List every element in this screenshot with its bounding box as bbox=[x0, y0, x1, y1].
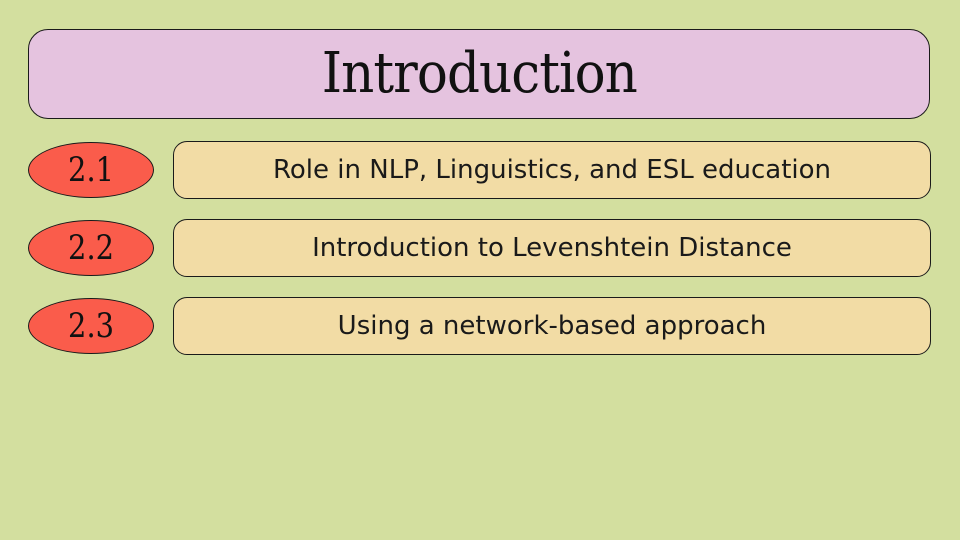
slide-title: Introduction bbox=[321, 41, 637, 106]
agenda-item-box: Using a network-based approach bbox=[173, 297, 931, 355]
section-number-badge: 2.1 bbox=[28, 142, 154, 198]
section-number: 2.3 bbox=[68, 306, 114, 346]
agenda-item-2-1: 2.1 Role in NLP, Linguistics, and ESL ed… bbox=[0, 141, 960, 199]
agenda-item-2-2: 2.2 Introduction to Levenshtein Distance bbox=[0, 219, 960, 277]
agenda-item-label: Introduction to Levenshtein Distance bbox=[312, 233, 792, 263]
agenda-item-label: Role in NLP, Linguistics, and ESL educat… bbox=[273, 155, 831, 185]
agenda-item-box: Introduction to Levenshtein Distance bbox=[173, 219, 931, 277]
section-number: 2.2 bbox=[68, 228, 114, 268]
agenda-item-box: Role in NLP, Linguistics, and ESL educat… bbox=[173, 141, 931, 199]
section-number-badge: 2.3 bbox=[28, 298, 154, 354]
title-banner: Introduction bbox=[28, 29, 930, 119]
agenda-item-label: Using a network-based approach bbox=[337, 311, 767, 341]
section-number: 2.1 bbox=[68, 150, 114, 190]
agenda-item-2-3: 2.3 Using a network-based approach bbox=[0, 297, 960, 355]
section-number-badge: 2.2 bbox=[28, 220, 154, 276]
